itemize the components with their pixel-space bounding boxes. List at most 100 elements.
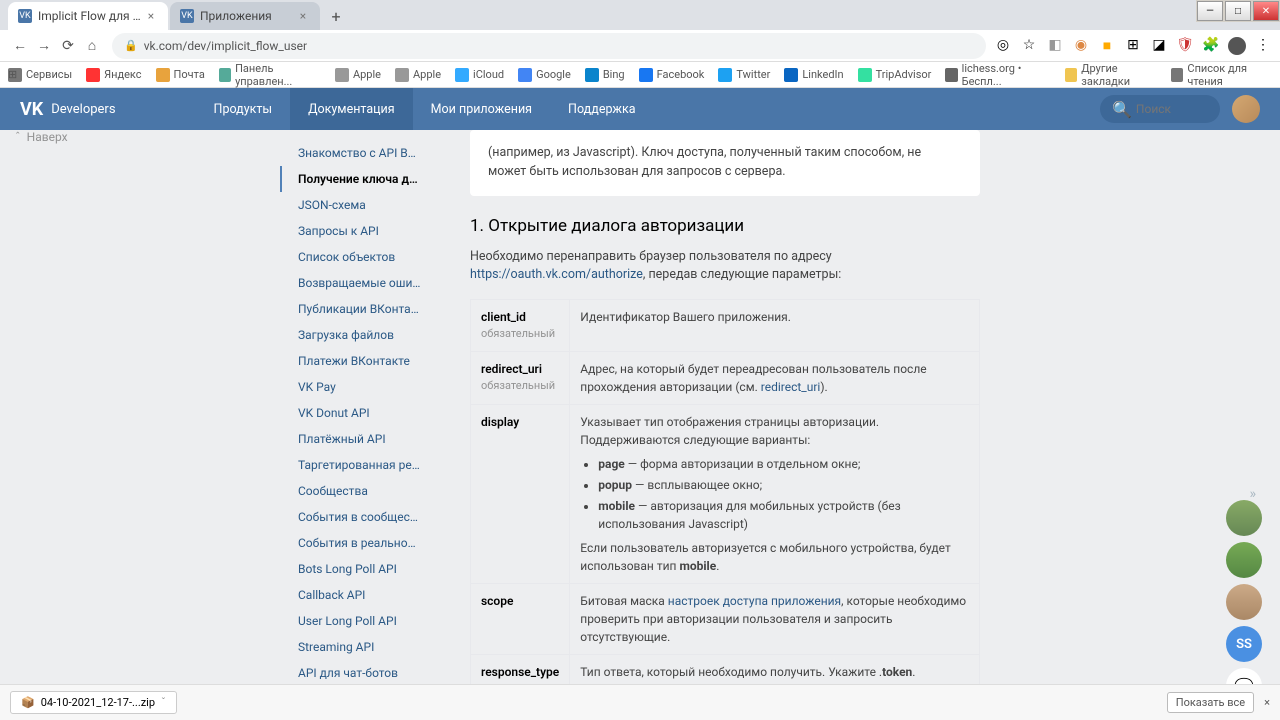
ext-icon[interactable]: ◧ — [1046, 37, 1064, 55]
table-row: scopeБитовая маска настроек доступа прил… — [471, 583, 980, 654]
ext-icon[interactable]: ◉ — [1072, 37, 1090, 55]
vk-logo[interactable]: VK — [20, 99, 43, 120]
url-text: vk.com/dev/implicit_flow_user — [144, 39, 307, 53]
browser-tab[interactable]: VK Приложения × — [170, 2, 320, 30]
download-item[interactable]: 📦 04-10-2021_12-17-...zip ˇ — [10, 691, 177, 714]
chat-avatar[interactable] — [1226, 500, 1262, 536]
reload-button[interactable]: ⟳ — [56, 34, 80, 58]
bookmark[interactable]: LinkedIn — [784, 68, 843, 82]
chat-avatar[interactable]: SS — [1226, 626, 1262, 662]
sidebar-item[interactable]: События в реальном вр... — [280, 530, 440, 556]
extension-icons: ◎ ☆ ◧ ◉ ■ ⊞ ◪ 🛡 🧩 ⋮ — [994, 37, 1272, 55]
bookmark-bar: ⊞Сервисы Яндекс Почта Панель управлен...… — [0, 62, 1280, 88]
sidebar-item[interactable]: Сообщества — [280, 478, 440, 504]
sidebar-item[interactable]: События в сообществах — [280, 504, 440, 530]
apps-button[interactable]: ⊞Сервисы — [8, 68, 72, 82]
sidebar: Знакомство с API ВКонт...Получение ключа… — [280, 130, 440, 720]
sidebar-item[interactable]: Streaming API — [280, 634, 440, 660]
back-to-top[interactable]: ˆ Наверх — [15, 130, 68, 144]
nav-myapps[interactable]: Мои приложения — [413, 88, 550, 130]
chevron-down-icon[interactable]: ˇ — [161, 696, 166, 709]
home-button[interactable]: ⌂ — [80, 34, 104, 58]
table-row: displayУказывает тип отображения страниц… — [471, 404, 980, 583]
sidebar-item[interactable]: Таргетированная рекла... — [280, 452, 440, 478]
nav-products[interactable]: Продукты — [196, 88, 291, 130]
main-content: (например, из Javascript). Ключ доступа,… — [440, 130, 1000, 720]
search-icon: 🔍 — [1112, 100, 1132, 119]
nav-docs[interactable]: Документация — [290, 88, 413, 130]
ext-icon[interactable]: 🧩 — [1202, 37, 1220, 55]
bookmark[interactable]: Apple — [395, 68, 441, 82]
new-tab-button[interactable]: + — [322, 2, 350, 30]
download-bar: 📦 04-10-2021_12-17-...zip ˇ Показать все… — [0, 684, 1280, 720]
sidebar-item[interactable]: Запросы к API — [280, 218, 440, 244]
table-row: redirect_uriобязательныйАдрес, на которы… — [471, 351, 980, 404]
url-input[interactable]: 🔒 vk.com/dev/implicit_flow_user — [112, 33, 986, 59]
bookmark[interactable]: iCloud — [455, 68, 504, 82]
tab-title: Приложения — [200, 9, 296, 23]
browser-tab-active[interactable]: VK Implicit Flow для получения кл… × — [8, 2, 168, 30]
sidebar-item[interactable]: Получение ключа доступа — [280, 166, 440, 192]
menu-icon[interactable]: ⋮ — [1254, 37, 1272, 55]
intro-box: (например, из Javascript). Ключ доступа,… — [470, 130, 980, 196]
nav-support[interactable]: Поддержка — [550, 88, 654, 130]
show-all-button[interactable]: Показать все — [1167, 692, 1254, 713]
bookmark[interactable]: Панель управлен... — [219, 62, 321, 88]
bookmark[interactable]: Почта — [156, 68, 205, 82]
paragraph: Необходимо перенаправить браузер пользов… — [470, 248, 980, 286]
search-box[interactable]: 🔍 — [1100, 95, 1220, 123]
minimize-button[interactable]: — — [1197, 1, 1223, 21]
bookmark[interactable]: Facebook — [639, 68, 705, 82]
reading-list[interactable]: Список для чтения — [1171, 62, 1272, 88]
sidebar-item[interactable]: Список объектов — [280, 244, 440, 270]
bookmark[interactable]: TripAdvisor — [858, 68, 932, 82]
search-input[interactable] — [1136, 102, 1216, 116]
ext-icon[interactable]: ⊞ — [1124, 37, 1142, 55]
sidebar-item[interactable]: Возвращаемые ошибки — [280, 270, 440, 296]
sidebar-item[interactable]: Callback API — [280, 582, 440, 608]
vk-icon: VK — [18, 9, 32, 23]
window-controls: — □ ✕ — [1196, 0, 1280, 22]
ext-icon[interactable]: 🛡 — [1176, 37, 1194, 55]
bookmark[interactable]: Яндекс — [86, 68, 141, 82]
sidebar-item[interactable]: VK Donut API — [280, 400, 440, 426]
bookmark[interactable]: Twitter — [718, 68, 770, 82]
bookmark[interactable]: Apple — [335, 68, 381, 82]
sidebar-item[interactable]: Платежи ВКонтакте — [280, 348, 440, 374]
user-avatar[interactable] — [1232, 95, 1260, 123]
chat-avatar[interactable] — [1226, 584, 1262, 620]
sidebar-item[interactable]: Bots Long Poll API — [280, 556, 440, 582]
chat-avatar[interactable] — [1226, 542, 1262, 578]
other-bookmarks[interactable]: Другие закладки — [1065, 62, 1157, 88]
sidebar-item[interactable]: Публикации ВКонтакте — [280, 296, 440, 322]
vk-icon: VK — [180, 9, 194, 23]
section-title: 1. Открытие диалога авторизации — [470, 216, 980, 236]
close-icon[interactable]: × — [144, 9, 158, 23]
authorize-link[interactable]: https://oauth.vk.com/authorize — [470, 267, 643, 282]
maximize-button[interactable]: □ — [1225, 1, 1251, 21]
params-table: client_idобязательныйИдентификатор Вашег… — [470, 299, 980, 720]
bookmark[interactable]: Google — [518, 68, 571, 82]
bookmark[interactable]: lichess.org • Беспл... — [945, 62, 1051, 88]
ext-icon[interactable]: ◪ — [1150, 37, 1168, 55]
bookmark[interactable]: Bing — [585, 68, 625, 82]
ext-icon[interactable]: ◎ — [994, 37, 1012, 55]
sidebar-item[interactable]: JSON-схема — [280, 192, 440, 218]
close-icon[interactable]: × — [1264, 696, 1270, 709]
sidebar-item[interactable]: Загрузка файлов — [280, 322, 440, 348]
close-button[interactable]: ✕ — [1253, 1, 1279, 21]
sidebar-item[interactable]: Знакомство с API ВКонт... — [280, 140, 440, 166]
vk-dev-label: Developers — [51, 102, 115, 117]
star-icon[interactable]: ☆ — [1020, 37, 1038, 55]
back-button[interactable]: ← — [8, 34, 32, 58]
close-icon[interactable]: × — [296, 9, 310, 23]
sidebar-item[interactable]: User Long Poll API — [280, 608, 440, 634]
vk-nav: Продукты Документация Мои приложения Под… — [196, 88, 654, 130]
forward-button[interactable]: → — [32, 34, 56, 58]
ext-icon[interactable]: ■ — [1098, 37, 1116, 55]
sidebar-item[interactable]: VK Pay — [280, 374, 440, 400]
avatar-icon[interactable] — [1228, 37, 1246, 55]
sidebar-item[interactable]: API для чат-ботов — [280, 660, 440, 686]
chevron-up-icon: ˆ — [15, 130, 21, 144]
sidebar-item[interactable]: Платёжный API — [280, 426, 440, 452]
